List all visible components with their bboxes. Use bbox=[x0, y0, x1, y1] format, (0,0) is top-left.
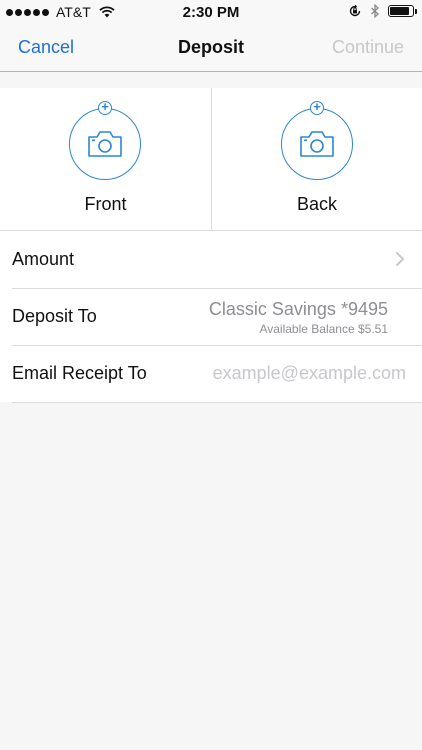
battery-icon bbox=[388, 5, 417, 17]
navigation-bar: Cancel Deposit Continue bbox=[0, 24, 422, 72]
deposit-account: Classic Savings *9495 bbox=[208, 299, 388, 319]
camera-icon bbox=[88, 131, 122, 157]
deposit-to-row[interactable]: Deposit To Classic Savings *9495 Availab… bbox=[0, 288, 422, 345]
status-right bbox=[348, 4, 417, 18]
email-receipt-label: Email Receipt To bbox=[12, 363, 147, 383]
battery-level bbox=[390, 7, 409, 15]
email-field[interactable] bbox=[176, 359, 406, 387]
available-balance: Available Balance $5.51 bbox=[259, 322, 388, 336]
capture-back-button[interactable]: + Back bbox=[211, 88, 422, 230]
continue-button[interactable]: Continue bbox=[332, 37, 404, 58]
check-capture-area: + Front + Back bbox=[0, 88, 422, 231]
camera-icon bbox=[300, 131, 334, 157]
bluetooth-icon bbox=[371, 4, 379, 18]
orientation-lock-icon bbox=[349, 4, 361, 17]
cancel-button[interactable]: Cancel bbox=[18, 37, 74, 58]
back-label: Back bbox=[296, 194, 338, 214]
form-divider bbox=[12, 402, 422, 403]
add-icon: + bbox=[98, 100, 112, 115]
chevron-right-icon bbox=[396, 252, 404, 266]
amount-row[interactable]: Amount bbox=[0, 231, 422, 288]
amount-label: Amount bbox=[12, 249, 75, 269]
status-bar: AT&T 2:30 PM bbox=[0, 0, 422, 24]
front-label: Front bbox=[84, 194, 127, 214]
capture-front-button[interactable]: + Front bbox=[0, 88, 211, 230]
back-camera-circle: + bbox=[281, 100, 353, 180]
deposit-form: Amount Deposit To Classic Savings *9495 … bbox=[0, 231, 422, 402]
front-camera-circle: + bbox=[69, 100, 141, 180]
deposit-to-label: Deposit To bbox=[12, 306, 97, 326]
email-receipt-row: Email Receipt To bbox=[0, 345, 422, 402]
add-icon: + bbox=[310, 100, 324, 115]
